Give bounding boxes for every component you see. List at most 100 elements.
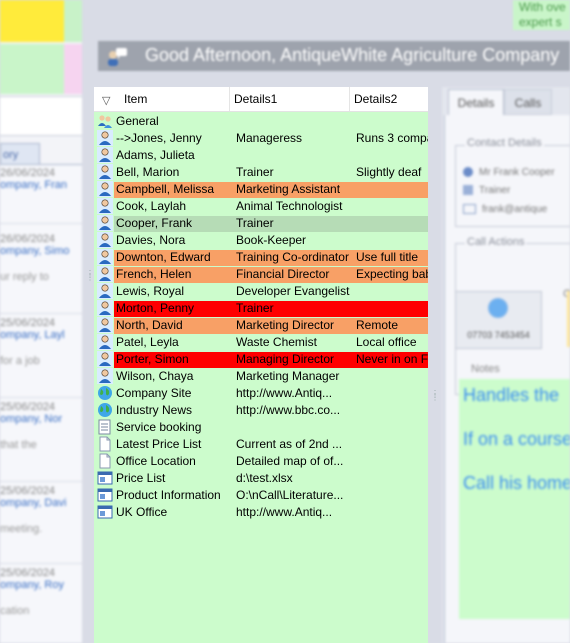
tab-details[interactable]: Details [448, 89, 504, 115]
row-item-name: General [116, 114, 159, 128]
globe-icon [97, 385, 113, 401]
history-entry[interactable]: 25/06/2024 ompany, Roy cation [0, 567, 82, 617]
history-entry[interactable]: 25/06/2024 ompany, Layl for a job [0, 317, 82, 367]
list-row[interactable]: Company Site http://www.Antiq... [94, 385, 428, 402]
row-item-name: -->Jones, Jenny [116, 131, 202, 145]
call-button[interactable]: 07703 7453454 [455, 291, 542, 349]
document-icon [97, 453, 113, 469]
history-list: 26/06/2024 ompany, Fran 26/06/2024 ompan… [0, 165, 82, 643]
person-icon [97, 130, 113, 146]
list-row[interactable]: North, David Marketing Director Remote [94, 317, 428, 334]
row-details1: Detailed map of of... [236, 454, 344, 468]
list-row[interactable]: Patel, Leyla Waste Chemist Local office [94, 334, 428, 351]
note-line: With ove [519, 0, 566, 14]
list-row[interactable]: Service booking [94, 419, 428, 436]
history-company: ompany, Roy [0, 579, 64, 591]
row-item-name: Morton, Penny [114, 301, 232, 317]
list-row[interactable]: Cooper, Frank Trainer [94, 215, 428, 232]
row-details2: Use full title [352, 250, 428, 266]
list-row[interactable]: UK Office http://www.Antiq... [94, 504, 428, 521]
list-row[interactable]: Product Information O:\nCall\Literature..… [94, 487, 428, 504]
list-row[interactable]: Morton, Penny Trainer [94, 300, 428, 317]
divider [0, 563, 82, 564]
row-item-name: Lewis, Royal [116, 284, 185, 298]
history-company: ompany, Layl [0, 329, 65, 341]
role-icon [463, 185, 473, 196]
history-text: ur reply to [0, 271, 49, 283]
person-icon [97, 232, 113, 248]
list-row[interactable]: Downton, Edward Training Co-ordinator Use … [94, 249, 428, 266]
row-details2 [352, 403, 428, 419]
tab-calls[interactable]: Calls [504, 89, 552, 115]
notes-area[interactable]: Handles the If on a course Call his home [459, 379, 570, 619]
history-panel: ory 26/06/2024 ompany, Fran 26/06/2024 o… [0, 0, 82, 643]
person-icon [97, 181, 113, 197]
history-entry[interactable]: 26/06/2024 ompany, Simo ur reply to [0, 233, 82, 283]
history-date: 25/06/2024 [0, 401, 56, 413]
row-details2 [352, 454, 428, 470]
note-line: Handles the [463, 385, 560, 405]
list-row[interactable]: Campbell, Melissa Marketing Assistant [94, 181, 428, 198]
green-note [64, 0, 82, 42]
row-details1: Developer Evangelist [236, 284, 350, 298]
row-details1: http://www.Antiq... [236, 386, 333, 400]
history-company: ompany, Simo [0, 245, 70, 257]
sort-icon: ▽ [102, 95, 111, 107]
list-row[interactable]: Wilson, Chaya Marketing Manager [94, 368, 428, 385]
list-row[interactable]: General [94, 113, 428, 130]
list-row[interactable]: Adams, Julieta [94, 147, 428, 164]
list-row[interactable]: Office Location Detailed map of of... [94, 453, 428, 470]
list-row[interactable]: Latest Price List Current as of 2nd ... [94, 436, 428, 453]
row-details2: Expecting baby [352, 267, 428, 283]
list-row[interactable]: Bell, Marion Trainer Slightly deaf [94, 164, 428, 181]
row-details1: Training Co-ordinator [232, 250, 352, 266]
row-item-name: Davies, Nora [116, 233, 186, 247]
history-date: 25/06/2024 [0, 567, 56, 579]
column-header-details2[interactable]: Details2 [350, 87, 428, 111]
email-icon [463, 204, 476, 215]
history-entry[interactable]: 25/06/2024 ompany, Nor that the [0, 401, 82, 451]
history-company: ompany, Fran [0, 179, 68, 191]
row-item-name: Service booking [116, 420, 202, 434]
row-details1: Animal Technologist [236, 199, 343, 213]
list-row[interactable]: -->Jones, Jenny Manageress Runs 3 companie… [94, 130, 428, 147]
row-item-name: Industry News [116, 403, 193, 417]
list-row[interactable]: Price List d:\test.xlsx [94, 470, 428, 487]
tab-history[interactable]: ory [0, 143, 40, 165]
column-header-item[interactable]: ▽ Item [94, 87, 230, 111]
list-row[interactable]: Davies, Nora Book-Keeper [94, 232, 428, 249]
list-row[interactable]: Cook, Laylah Animal Technologist [94, 198, 428, 215]
note-line: Call his home [463, 473, 570, 493]
history-company: ompany, Davi [0, 497, 67, 509]
details-panel: Details Calls Contact Details Mr Frank C… [442, 87, 570, 643]
row-item-name: Wilson, Chaya [116, 369, 194, 383]
list-row[interactable]: Industry News http://www.bbc.co... [94, 402, 428, 419]
splitter-handle-left[interactable]: ⋮ ⋮ [86, 270, 94, 282]
row-details1: Book-Keeper [236, 233, 307, 247]
list-row[interactable]: French, Helen Financial Director Expecting… [94, 266, 428, 283]
divider [0, 397, 82, 398]
row-details1: Current as of 2nd ... [236, 437, 343, 451]
row-details1: Trainer [232, 216, 352, 232]
row-item-name: Bell, Marion [116, 165, 180, 179]
contact-email-line[interactable]: frank@antique [463, 204, 547, 215]
person-icon [97, 249, 113, 265]
history-entry[interactable]: 25/06/2024 ompany, Davi meeting. [0, 485, 82, 535]
person-icon [97, 164, 113, 180]
column-header-details1[interactable]: Details1 [230, 87, 350, 111]
contact-role: Trainer [479, 185, 511, 196]
row-item-name: Downton, Edward [114, 250, 232, 266]
phone-number: 07703 7453454 [467, 330, 530, 340]
person-icon [97, 300, 113, 316]
note-line: expert s [519, 15, 562, 29]
person-icon [97, 215, 113, 231]
row-item-name: Patel, Leyla [116, 335, 179, 349]
splitter-handle[interactable]: ⋮ ⋮ [431, 390, 439, 402]
row-details1: O:\nCall\Literature... [236, 488, 344, 502]
row-details2 [352, 284, 428, 300]
history-entry[interactable]: 26/06/2024 ompany, Fran [0, 167, 82, 191]
row-details2 [352, 386, 428, 402]
list-row[interactable]: Lewis, Royal Developer Evangelist [94, 283, 428, 300]
list-row[interactable]: Porter, Simon Managing Director Never in o… [94, 351, 428, 368]
divider [0, 481, 82, 482]
